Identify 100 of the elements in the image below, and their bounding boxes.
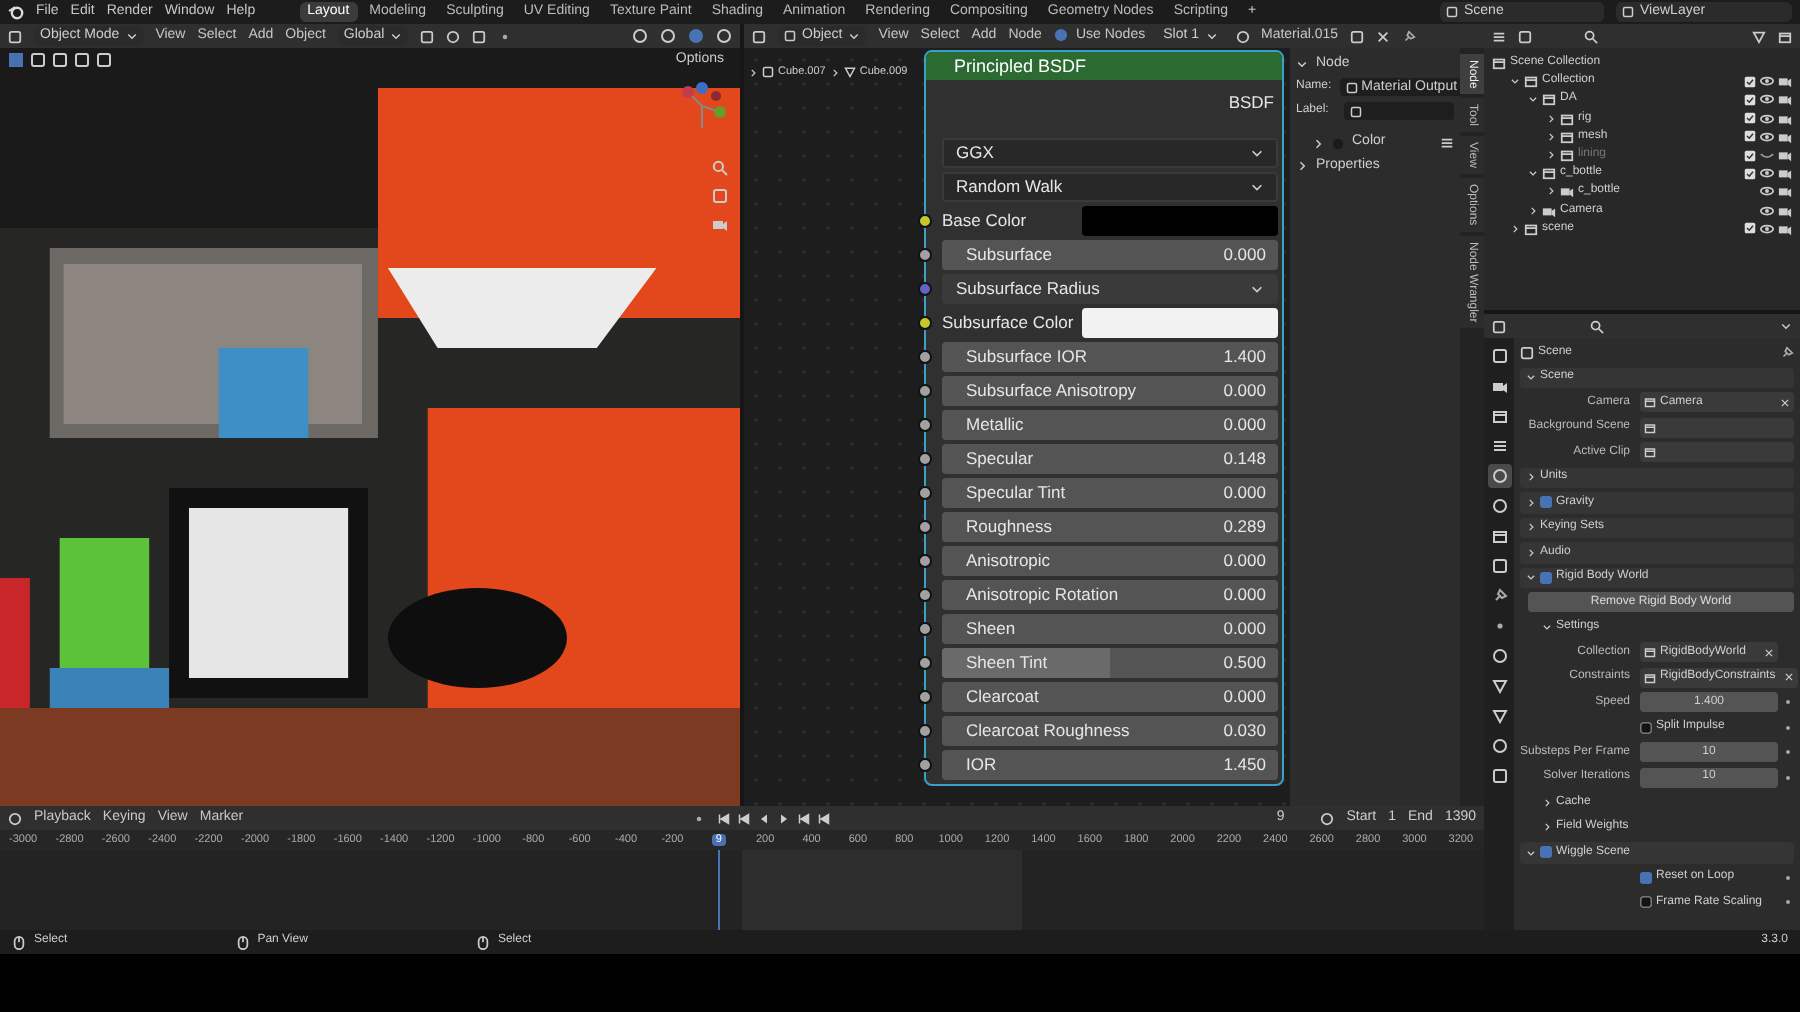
play-reverse-icon[interactable] [757,811,769,825]
socket[interactable] [918,214,932,228]
properties-tab[interactable] [1487,764,1511,788]
visibility-icon[interactable] [1760,92,1774,107]
color-swatch[interactable] [1082,308,1278,338]
dropdown[interactable]: GGX [942,138,1278,168]
visibility-icon[interactable] [1760,74,1774,89]
slider-field[interactable]: Specular 0.148 [942,444,1278,474]
blender-logo-icon[interactable] [8,4,24,20]
socket[interactable] [918,248,932,262]
navigation-gizmo[interactable] [676,80,728,132]
render-camera-icon[interactable] [1778,92,1792,107]
visibility-icon[interactable] [1760,203,1774,218]
properties-tab[interactable] [1487,464,1511,488]
fake-user-icon[interactable] [1350,29,1365,43]
render-camera-icon[interactable] [1778,166,1792,181]
record-icon[interactable] [691,811,705,825]
checkbox[interactable] [1744,93,1756,106]
clear-icon[interactable] [1764,647,1774,658]
socket[interactable] [918,588,932,602]
socket[interactable] [918,554,932,568]
checkbox[interactable] [1744,130,1756,143]
checkbox[interactable] [1744,222,1756,235]
stopwatch-icon[interactable] [1320,811,1335,825]
caret-icon[interactable] [1780,320,1792,332]
editor-type-icon[interactable] [1492,319,1506,333]
render-camera-icon[interactable] [1778,129,1792,144]
checkbox[interactable] [1744,75,1756,88]
material-icon[interactable] [1235,29,1249,43]
filter-icon[interactable] [1752,29,1766,43]
checkbox[interactable] [1640,721,1652,734]
jump-end-icon[interactable] [817,811,829,825]
slider-field[interactable]: Clearcoat Roughness 0.030 [942,716,1278,746]
new-collection-icon[interactable] [1778,29,1792,43]
display-mode-icon[interactable] [1518,29,1532,43]
socket[interactable] [918,486,932,500]
socket[interactable] [918,520,932,534]
properties-tab[interactable] [1487,344,1511,368]
slider-field[interactable]: Sheen 0.000 [942,614,1278,644]
slider-field[interactable]: Anisotropic Rotation 0.000 [942,580,1278,610]
clear-icon[interactable] [1780,397,1790,408]
socket[interactable] [918,452,932,466]
checkbox[interactable] [1540,571,1552,584]
visibility-icon[interactable] [1760,184,1774,199]
checkbox[interactable] [1053,28,1068,43]
zoom-icon[interactable] [712,160,728,176]
socket[interactable] [918,656,932,670]
socket[interactable] [918,350,932,364]
previous-keyframe-icon[interactable] [737,811,749,825]
slider-field[interactable]: Anisotropic 0.000 [942,546,1278,576]
properties-tab[interactable] [1487,674,1511,698]
render-camera-icon[interactable] [1778,203,1792,218]
checkbox[interactable] [1540,496,1552,509]
pin-icon[interactable] [1780,345,1794,360]
play-icon[interactable] [777,811,789,825]
socket[interactable] [918,690,932,704]
jump-start-icon[interactable] [717,811,729,825]
visibility-icon[interactable] [1760,129,1774,144]
checkbox[interactable] [1540,846,1552,859]
slider-field[interactable]: Specular Tint 0.000 [942,478,1278,508]
slider-field[interactable]: Clearcoat 0.000 [942,682,1278,712]
slider-field[interactable]: Sheen Tint 0.500 [942,648,1278,678]
editor-type-icon[interactable] [8,811,22,825]
dropdown[interactable]: Subsurface Radius [942,274,1278,304]
checkbox[interactable] [1744,112,1756,125]
shader-node[interactable] [924,50,1284,786]
render-camera-icon[interactable] [1778,148,1792,163]
search-icon[interactable] [1590,319,1604,333]
properties-tab[interactable] [1487,644,1511,668]
properties-tab[interactable] [1487,554,1511,578]
render-camera-icon[interactable] [1778,184,1792,199]
slider-field[interactable]: Metallic 0.000 [942,410,1278,440]
search-icon[interactable] [1584,29,1598,43]
label-field[interactable] [1344,102,1454,121]
visibility-icon[interactable] [1760,221,1774,236]
playhead-line[interactable] [717,850,720,930]
properties-tab[interactable] [1487,494,1511,518]
socket[interactable] [918,418,932,432]
editor-type-icon[interactable] [8,29,22,43]
pin-icon[interactable] [1402,29,1417,43]
slider-field[interactable]: Roughness 0.289 [942,512,1278,542]
visibility-icon[interactable] [1760,111,1774,126]
slider-field[interactable]: Subsurface IOR 1.400 [942,342,1278,372]
editor-type-icon[interactable] [1492,29,1506,43]
dropdown[interactable]: Random Walk [942,172,1278,202]
socket[interactable] [918,316,932,330]
socket[interactable] [918,724,932,738]
color-swatch[interactable] [1082,206,1278,236]
slider-field[interactable]: Subsurface Anisotropy 0.000 [942,376,1278,406]
socket[interactable] [918,758,932,772]
checkbox[interactable] [1640,871,1652,884]
camera-icon[interactable] [712,216,728,232]
render-camera-icon[interactable] [1778,74,1792,89]
checkbox[interactable] [1744,167,1756,180]
object-field[interactable] [1640,417,1794,438]
slider-field[interactable]: Subsurface 0.000 [942,240,1278,270]
close-icon[interactable] [1376,29,1391,43]
checkbox[interactable] [1640,896,1652,909]
slider-field[interactable]: IOR 1.450 [942,750,1278,780]
clear-icon[interactable] [1783,672,1794,683]
